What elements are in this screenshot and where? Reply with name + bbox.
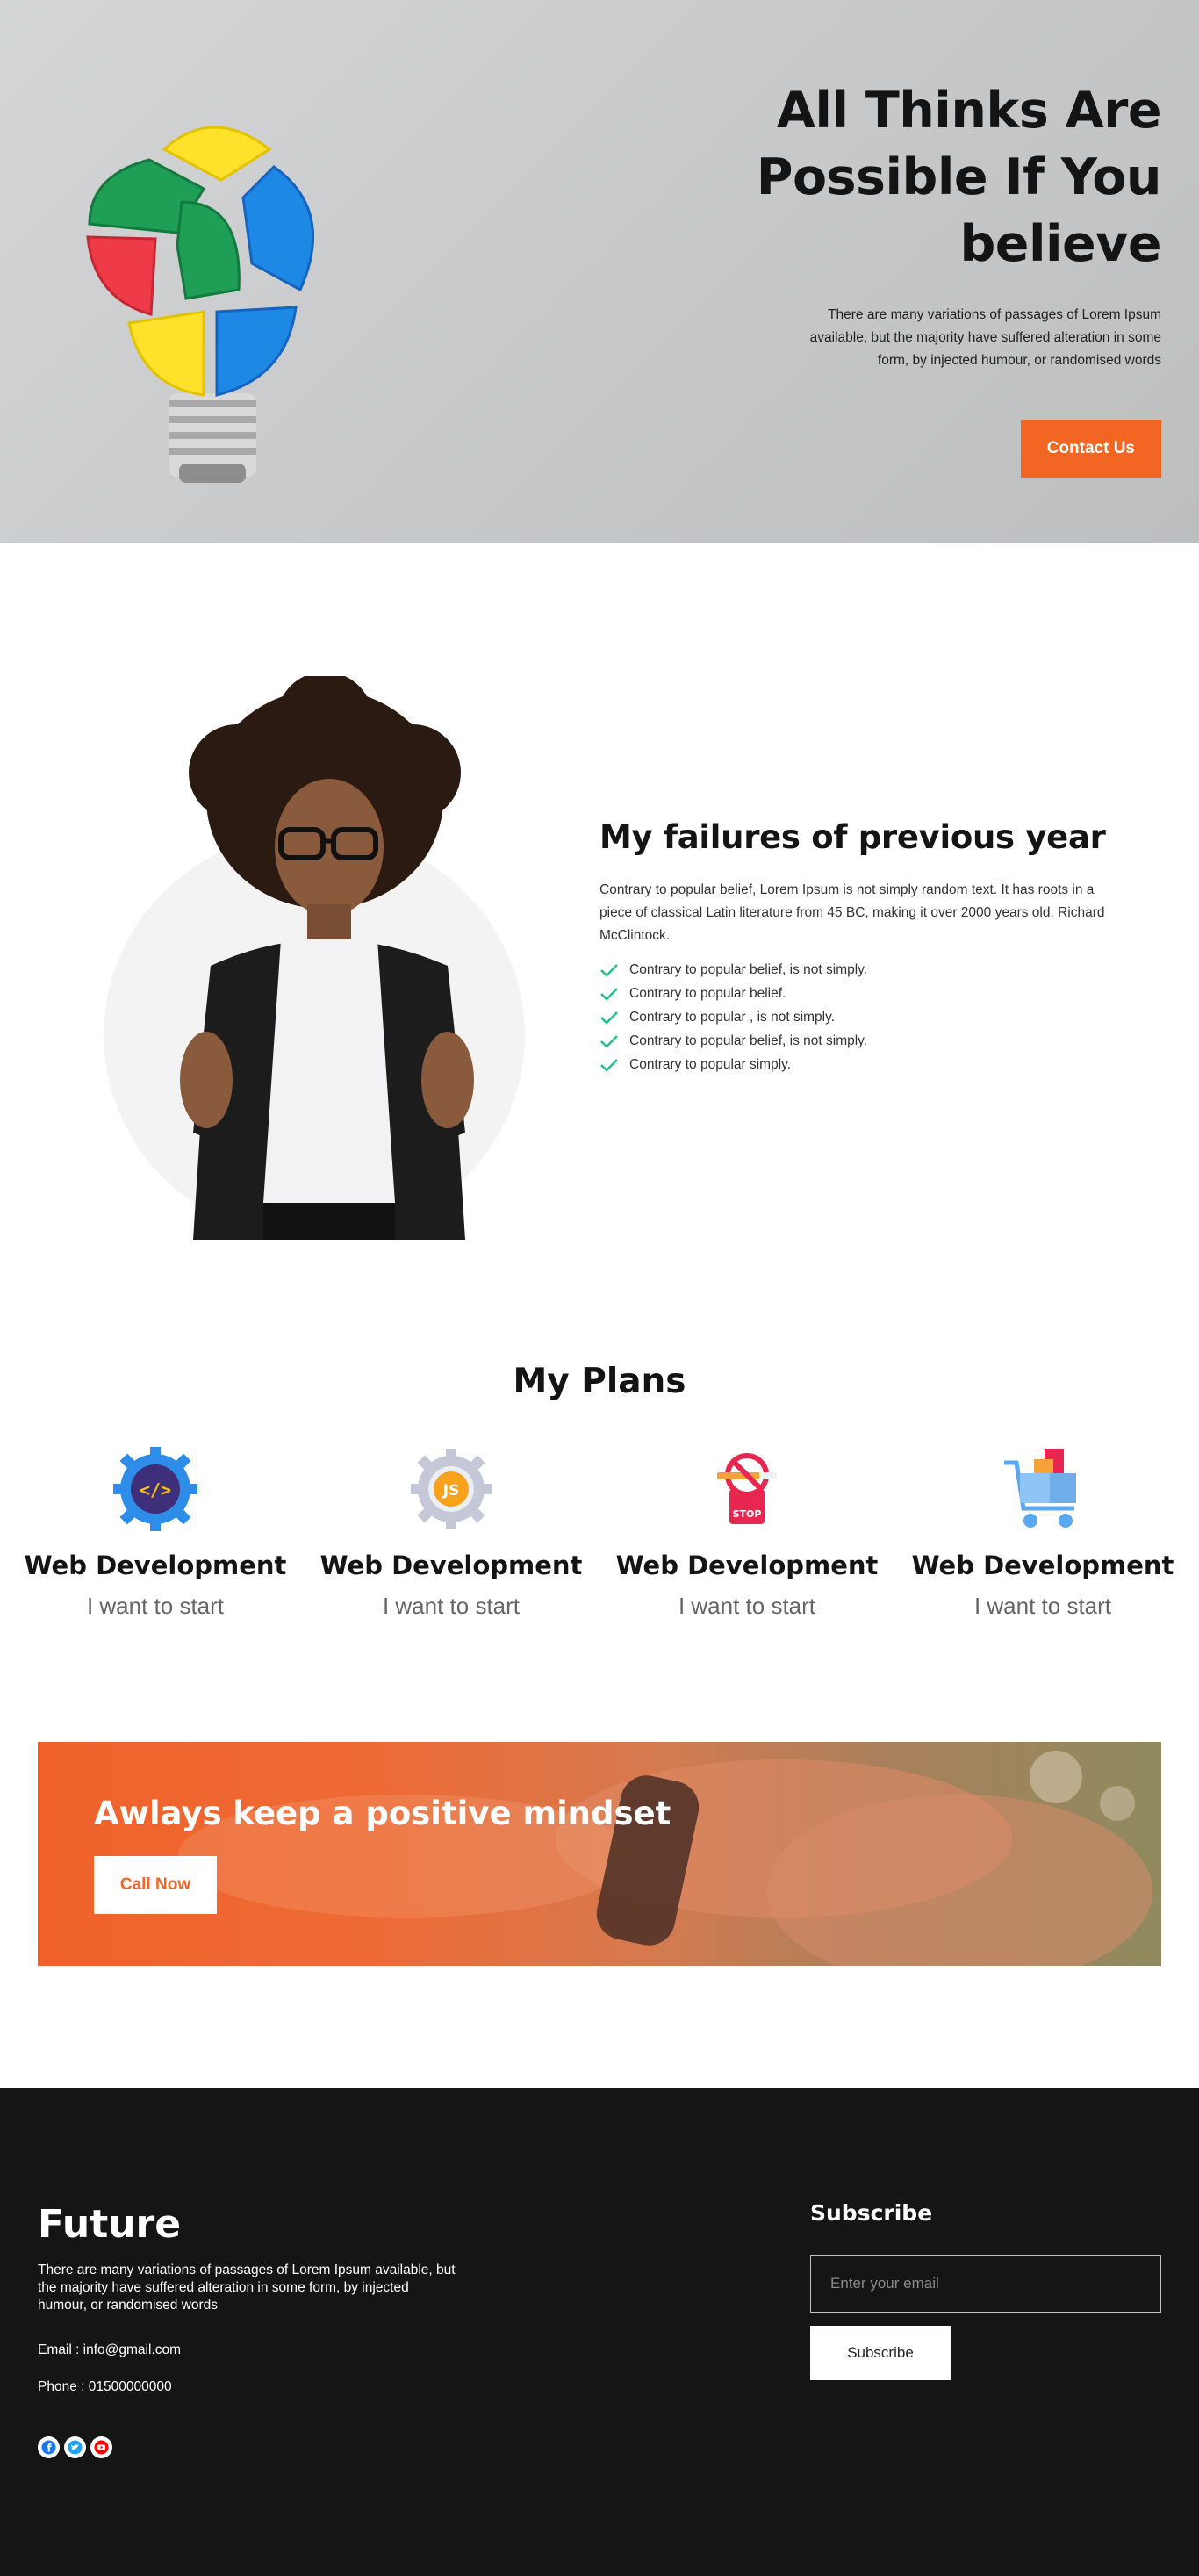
failures-list: Contrary to popular belief, is not simpl…	[600, 958, 1126, 1076]
hero-title-line-1: All Thinks Are	[776, 82, 1162, 140]
svg-text:STOP: STOP	[733, 1508, 762, 1520]
email-field[interactable]	[810, 2255, 1161, 2313]
svg-text:</>: </>	[140, 1479, 171, 1500]
check-icon	[600, 1011, 618, 1025]
plan-card: </> Web Development I want to start	[24, 1447, 287, 1620]
banner-title: Awlays keep a positive mindset	[94, 1795, 671, 1832]
twitter-icon[interactable]	[64, 2436, 86, 2458]
hero-text: There are many variations of passages of…	[809, 307, 1161, 368]
plans-title: My Plans	[513, 1362, 686, 1401]
check-icon	[600, 1034, 618, 1048]
svg-text:JS: JS	[442, 1482, 460, 1500]
failures-content: My failures of previous year Contrary to…	[600, 818, 1126, 1076]
code-gear-icon: </>	[113, 1447, 197, 1531]
footer-brand: Future	[38, 2202, 182, 2247]
contact-us-button[interactable]: Contact Us	[1020, 420, 1161, 478]
list-item-text: Contrary to popular simply.	[629, 1056, 792, 1072]
youtube-icon[interactable]	[90, 2436, 112, 2458]
lightbulb-puzzle-image	[86, 126, 315, 483]
plan-subtitle: I want to start	[382, 1593, 521, 1619]
plan-title: Web Development	[615, 1551, 879, 1580]
plan-card: STOP Web Development I want to start	[615, 1447, 879, 1620]
js-gear-icon: JS	[411, 1449, 492, 1529]
footer: Future There are many variations of pass…	[0, 2088, 1199, 2576]
footer-text: There are many variations of passages of…	[38, 2263, 456, 2313]
subscribe-button[interactable]: Subscribe	[810, 2326, 951, 2380]
svg-text:f: f	[47, 2443, 52, 2455]
footer-email: Email : info@gmail.com	[38, 2342, 182, 2357]
plan-title: Web Development	[24, 1551, 287, 1580]
list-item: Contrary to popular simply.	[600, 1053, 1126, 1076]
mindset-banner: Awlays keep a positive mindset Call Now	[38, 1742, 1161, 1966]
hero-content: All Thinks Are Possible If You believe T…	[670, 77, 1162, 478]
failures-title: My failures of previous year	[600, 818, 1106, 856]
stop-smoking-icon: STOP	[717, 1453, 777, 1524]
footer-phone: Phone : 01500000000	[38, 2379, 172, 2394]
list-item-text: Contrary to popular belief.	[629, 985, 786, 1001]
subscribe-title: Subscribe	[810, 2200, 933, 2226]
check-icon	[600, 987, 618, 1001]
check-icon	[600, 963, 618, 977]
call-now-button[interactable]: Call Now	[94, 1856, 217, 1914]
list-item: Contrary to popular , is not simply.	[600, 1005, 1126, 1029]
plan-subtitle: I want to start	[973, 1593, 1112, 1619]
list-item-text: Contrary to popular belief, is not simpl…	[629, 1033, 868, 1048]
facebook-icon[interactable]: f	[38, 2436, 60, 2458]
plan-subtitle: I want to start	[678, 1593, 816, 1619]
plan-title: Web Development	[911, 1551, 1174, 1580]
list-item-text: Contrary to popular , is not simply.	[629, 1009, 836, 1025]
list-item: Contrary to popular belief, is not simpl…	[600, 958, 1126, 982]
hands-watch-image	[178, 1751, 1152, 1966]
hero-title: All Thinks Are Possible If You believe	[670, 77, 1162, 277]
list-item: Contrary to popular belief, is not simpl…	[600, 1029, 1126, 1053]
plan-title: Web Development	[319, 1551, 583, 1580]
failures-text: Contrary to popular belief, Lorem Ipsum …	[600, 882, 1105, 943]
person-shrugging-image	[180, 676, 474, 1240]
hero-title-line-3: believe	[959, 215, 1161, 273]
hero-title-line-2: Possible If You	[756, 148, 1162, 206]
plan-subtitle: I want to start	[86, 1593, 225, 1619]
plan-card: JS Web Development I want to start	[319, 1447, 583, 1620]
shopping-cart-icon	[1004, 1449, 1076, 1528]
social-links: f	[38, 2436, 112, 2458]
hero-section: All Thinks Are Possible If You believe T…	[0, 0, 1199, 543]
check-icon	[600, 1058, 618, 1072]
plan-card: Web Development I want to start	[911, 1447, 1174, 1620]
list-item-text: Contrary to popular belief, is not simpl…	[629, 961, 868, 977]
list-item: Contrary to popular belief.	[600, 982, 1126, 1005]
